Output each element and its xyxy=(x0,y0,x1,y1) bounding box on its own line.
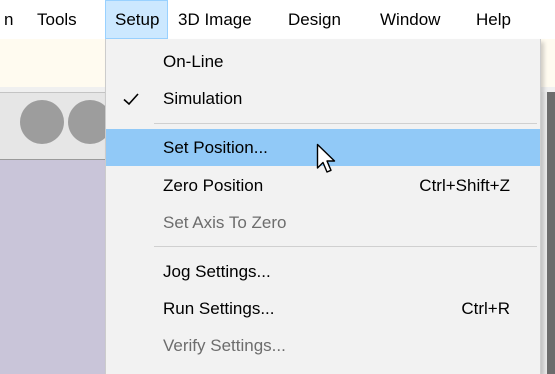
menu-3d-image[interactable]: 3D Image xyxy=(178,0,252,39)
setup-dropdown-menu: On-Line Simulation Set Position... Zero … xyxy=(105,39,541,374)
menu-item-label: Simulation xyxy=(163,89,243,108)
menu-bar: n Tools Setup 3D Image Design Window Hel… xyxy=(0,0,555,39)
menu-item-label: Set Axis To Zero xyxy=(163,213,287,232)
menu-tools[interactable]: Tools xyxy=(37,0,77,39)
menu-separator xyxy=(154,123,537,124)
menu-item-shortcut: Ctrl+Shift+Z xyxy=(419,176,510,195)
background-right-scroll xyxy=(547,92,555,374)
menu-separator xyxy=(154,246,537,247)
menu-item-label: On-Line xyxy=(163,52,224,71)
menu-item-shortcut: Ctrl+R xyxy=(461,299,510,318)
menu-item-verify-settings: Verify Settings... xyxy=(106,327,540,364)
menu-item-label: Run Settings... xyxy=(163,299,275,318)
menu-help[interactable]: Help xyxy=(476,0,511,39)
menu-item-simulation[interactable]: Simulation xyxy=(106,80,540,117)
menu-item-set-axis-to-zero: Set Axis To Zero xyxy=(106,204,540,241)
checkmark-icon xyxy=(122,90,140,108)
menu-partial-item[interactable]: n xyxy=(4,0,13,39)
toolbar-circle-button[interactable] xyxy=(20,100,64,144)
menu-item-jog-settings[interactable]: Jog Settings... xyxy=(106,253,540,290)
background-canvas xyxy=(0,160,105,374)
menu-item-label: Jog Settings... xyxy=(163,262,271,281)
menu-item-label: Set Position... xyxy=(163,138,268,157)
menu-setup[interactable]: Setup xyxy=(105,0,168,39)
menu-design[interactable]: Design xyxy=(288,0,341,39)
mouse-pointer-icon xyxy=(316,143,340,177)
menu-item-on-line[interactable]: On-Line xyxy=(106,43,540,80)
menu-item-label: Verify Settings... xyxy=(163,336,286,355)
menu-item-label: Zero Position xyxy=(163,176,264,195)
menu-window[interactable]: Window xyxy=(380,0,440,39)
menu-item-run-settings[interactable]: Run Settings... Ctrl+R xyxy=(106,290,540,327)
